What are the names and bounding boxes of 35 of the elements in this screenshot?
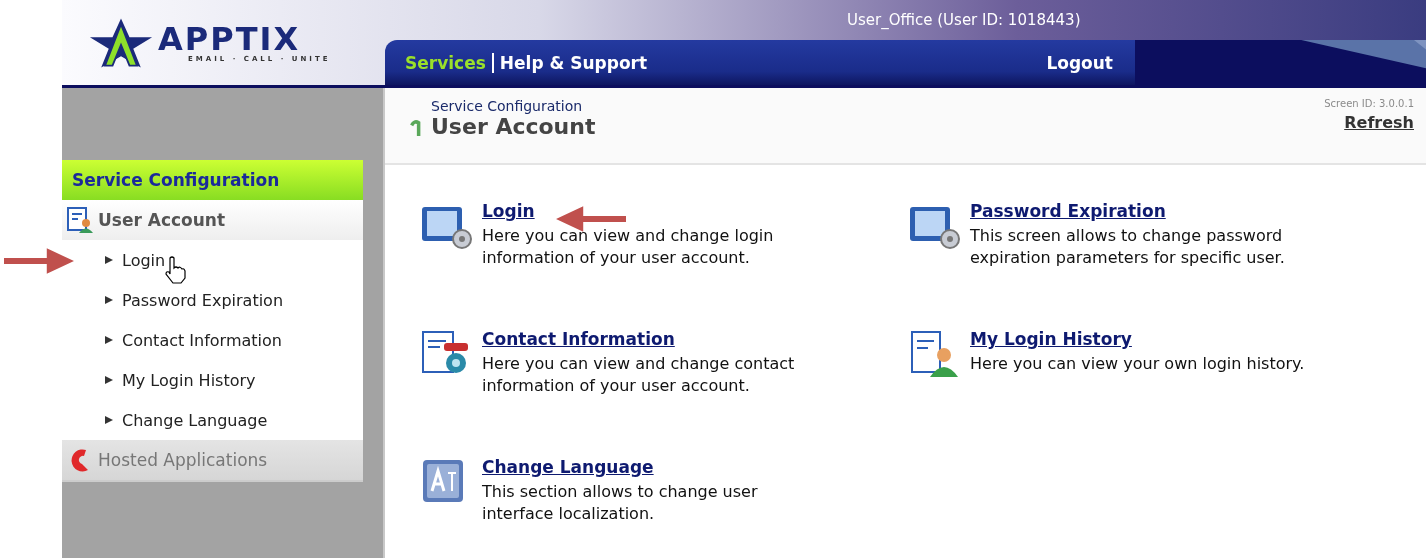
menu-item[interactable]: My Login History [62,360,363,400]
logo-wordmark: APPTIX [158,22,301,55]
menu-title: Service Configuration [62,160,363,200]
option-link[interactable]: Password Expiration [970,201,1166,221]
screen-id: Screen ID: 3.0.0.1 [1324,98,1414,109]
menu-item[interactable]: Change Language [62,400,363,440]
option-link[interactable]: Change Language [482,457,654,477]
menu-item[interactable]: Login [62,240,363,280]
menu-group-label: Hosted Applications [98,450,268,470]
nav-tab[interactable]: Help & Support [491,52,654,73]
bullet-icon [104,375,114,385]
nav-tab[interactable]: Services [405,52,492,73]
option-description: This screen allows to change password expiration parameters for specific user. [970,225,1286,269]
bullet-icon [104,415,114,425]
option-description: Here you can view and change login information of your user account. [482,225,775,269]
refresh-link[interactable]: Refresh [1344,113,1414,132]
option-link[interactable]: Contact Information [482,329,675,349]
hand-cursor-icon [164,256,186,284]
bullet-icon [104,255,114,265]
menu-item[interactable]: Password Expiration [62,280,363,320]
option-link[interactable]: My Login History [970,329,1132,349]
breadcrumb: Service Configuration [431,98,584,114]
option-description: Here you can view and change contact information of your user account. [482,353,796,397]
logout-link[interactable]: Logout [1046,52,1113,73]
option-link[interactable]: Login [482,201,535,221]
user-label: User_Office (User ID: 1018443) [847,11,1081,29]
menu-group-label: User Account [98,210,226,230]
page-title: User Account [431,114,596,139]
bullet-icon [104,295,114,305]
option-description: Here you can view your own login history. [970,353,1306,375]
menu-item[interactable]: Contact Information [62,320,363,360]
option-description: This section allows to change user interface localization. [482,481,759,525]
bullet-icon [104,335,114,345]
user-card-icon [66,206,94,234]
annotation-arrow [4,248,74,274]
